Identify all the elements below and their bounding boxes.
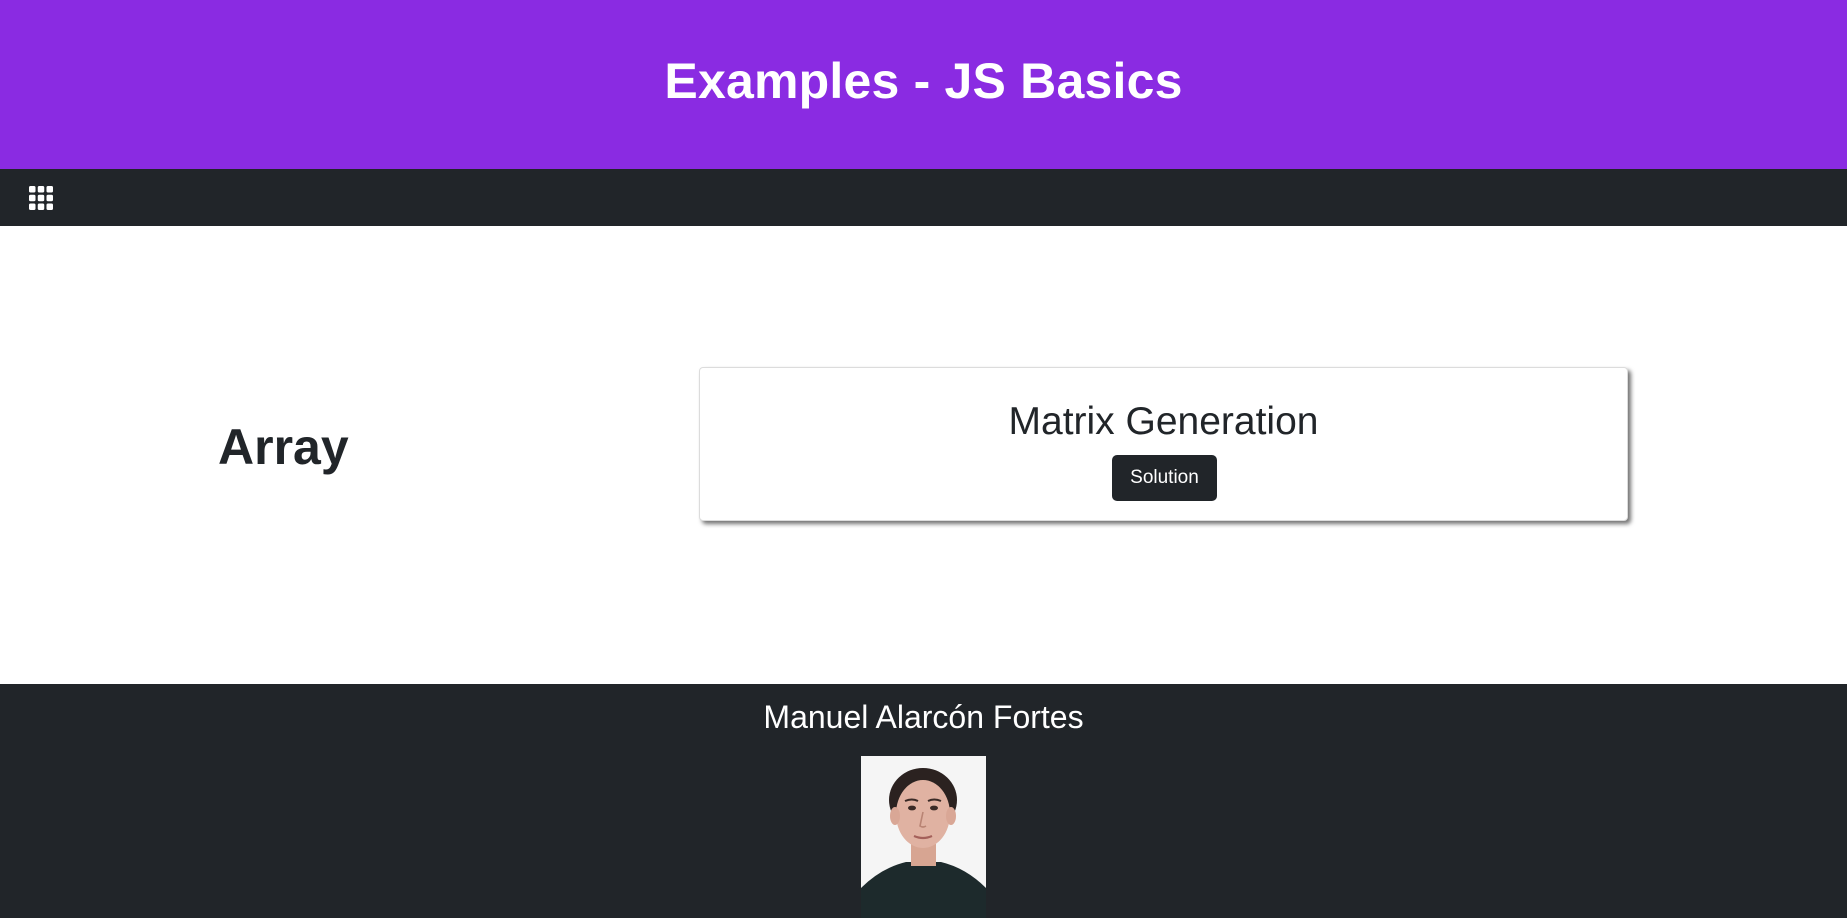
example-card: Matrix Generation Solution bbox=[699, 367, 1628, 521]
grid-menu-button[interactable] bbox=[28, 185, 54, 211]
footer: Manuel Alarcón Fortes bbox=[0, 684, 1847, 918]
navbar bbox=[0, 169, 1847, 226]
card-title: Matrix Generation bbox=[1008, 400, 1319, 443]
page-title: Examples - JS Basics bbox=[664, 52, 1183, 109]
page: Examples - JS Basics Array Matrix Genera… bbox=[0, 0, 1847, 918]
section-title: Array bbox=[218, 419, 349, 475]
page-header: Examples - JS Basics bbox=[0, 0, 1847, 169]
portrait-image bbox=[861, 756, 986, 918]
author-name: Manuel Alarcón Fortes bbox=[763, 699, 1084, 735]
main-content: Array Matrix Generation Solution bbox=[0, 226, 1847, 684]
author-photo bbox=[861, 756, 986, 918]
solution-button[interactable]: Solution bbox=[1112, 455, 1217, 501]
grid-icon bbox=[29, 186, 53, 210]
